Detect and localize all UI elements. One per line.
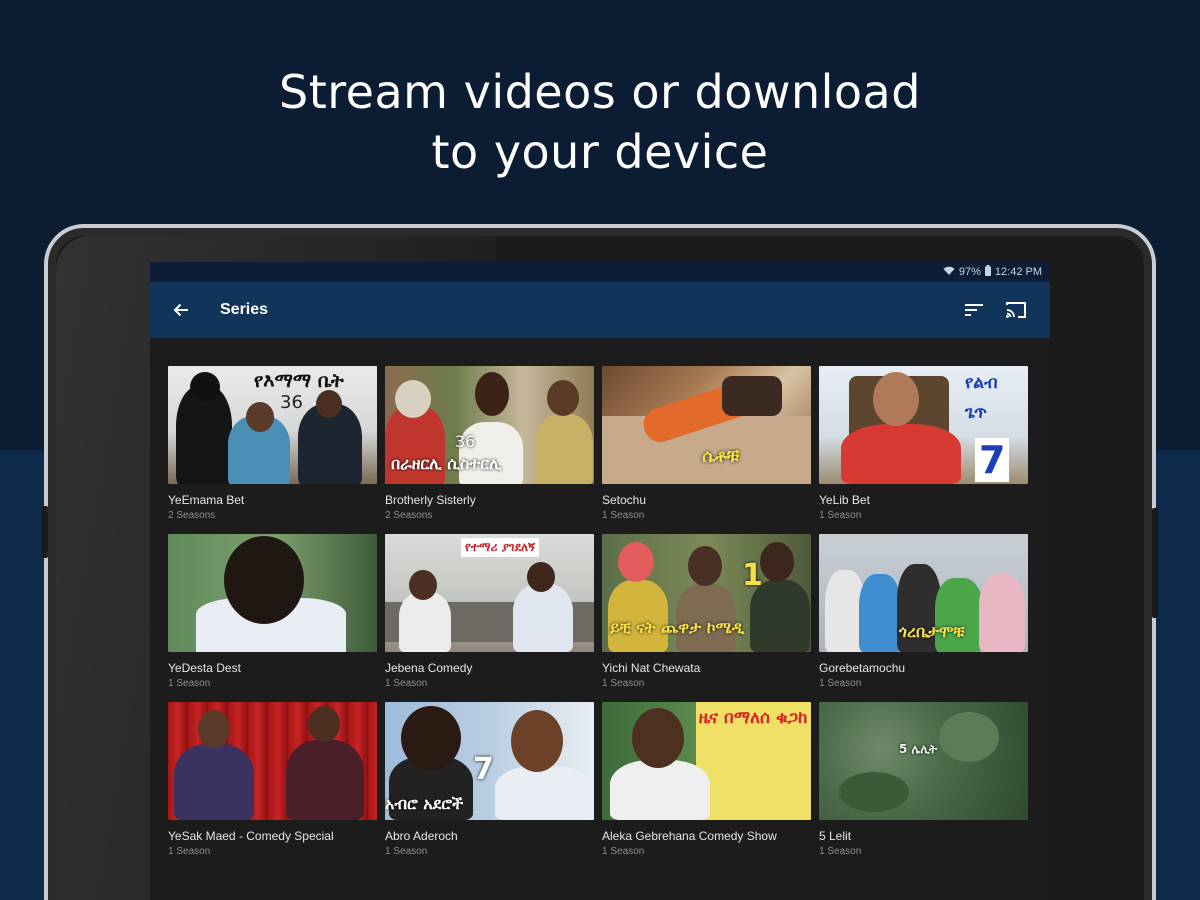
thumbnail-caption: የልብ ጌጥ xyxy=(965,373,998,423)
series-card[interactable]: YeDesta Dest 1 Season xyxy=(168,534,377,702)
thumbnail-caption: በራዘርሊ ሲስተርሊ xyxy=(391,454,502,473)
series-card[interactable]: ጎረቤታሞቹ Gorebetamochu 1 Season xyxy=(819,534,1028,702)
series-title: Abro Aderoch xyxy=(385,829,458,843)
thumbnail-number: 36 xyxy=(455,432,476,451)
clock: 12:42 PM xyxy=(994,266,1042,278)
series-thumbnail: ሴቶቹ xyxy=(602,366,811,484)
series-seasons: 1 Season xyxy=(819,510,862,521)
series-card[interactable]: YeSak Maed - Comedy Special 1 Season xyxy=(168,702,377,870)
series-seasons: 1 Season xyxy=(385,678,428,689)
thumbnail-caption: ጎረቤታሞቹ xyxy=(899,622,965,641)
series-card[interactable]: የተማሪ ያገደለኝ Jebena Comedy 1 Season xyxy=(385,534,594,702)
series-seasons: 2 Seasons xyxy=(385,510,433,521)
cast-icon[interactable] xyxy=(998,292,1034,328)
thumbnail-caption: ሴቶቹ xyxy=(702,446,740,467)
thumbnail-caption: የእማማ ቤት xyxy=(254,370,344,392)
series-seasons: 1 Season xyxy=(385,846,428,857)
promo-line-2: to your device xyxy=(431,125,769,179)
series-card[interactable]: 36 በራዘርሊ ሲስተርሊ Brotherly Sisterly 2 Seas… xyxy=(385,366,594,534)
series-seasons: 1 Season xyxy=(602,678,645,689)
thumbnail-caption: የተማሪ ያገደለኝ xyxy=(461,538,540,557)
sort-icon[interactable] xyxy=(956,292,992,328)
series-seasons: 1 Season xyxy=(168,846,211,857)
status-bar: 97% 12:42 PM xyxy=(150,262,1050,282)
series-seasons: 1 Season xyxy=(602,846,645,857)
series-thumbnail: 5 ሌሊት xyxy=(819,702,1028,820)
series-thumbnail: 36 በራዘርሊ ሲስተርሊ xyxy=(385,366,594,484)
page-title: Series xyxy=(220,301,269,318)
series-seasons: 1 Season xyxy=(819,678,862,689)
app-bar: Series xyxy=(150,282,1050,338)
series-title: YeEmama Bet xyxy=(168,493,245,507)
series-thumbnail xyxy=(168,534,377,652)
thumbnail-caption: አብሮ አደሮች xyxy=(385,794,464,813)
series-grid: የእማማ ቤት 36 YeEmama Bet 2 Seasons 36 በራዘር… xyxy=(168,366,1034,870)
series-seasons: 1 Season xyxy=(602,510,645,521)
battery-level: 97% xyxy=(958,266,981,278)
series-title: YeSak Maed - Comedy Special xyxy=(168,829,334,843)
series-title: Jebena Comedy xyxy=(385,661,473,675)
series-title: 5 Lelit xyxy=(819,829,852,843)
thumbnail-caption: ዜና በማለሰ ቁጋከ xyxy=(698,708,808,728)
thumbnail-caption: 5 ሌሊት xyxy=(899,742,938,756)
tablet-screen: 97% 12:42 PM Series የእማማ ቤት 36 YeEmama B… xyxy=(150,262,1050,900)
thumbnail-number: 7 xyxy=(975,438,1010,482)
series-thumbnail xyxy=(168,702,377,820)
thumbnail-number: 36 xyxy=(280,392,303,413)
series-thumbnail: ጎረቤታሞቹ xyxy=(819,534,1028,652)
series-seasons: 1 Season xyxy=(819,846,862,857)
series-thumbnail: የተማሪ ያገደለኝ xyxy=(385,534,594,652)
series-thumbnail: 1 ይቺ ናት ጨዋታ ኮሜዲ xyxy=(602,534,811,652)
tablet-side-button xyxy=(42,506,48,558)
wifi-icon xyxy=(943,266,955,279)
thumbnail-number: 7 xyxy=(473,752,494,787)
thumbnail-number: 1 xyxy=(742,558,763,593)
series-card[interactable]: 7 አብሮ አደሮች Abro Aderoch 1 Season xyxy=(385,702,594,870)
back-arrow-icon[interactable] xyxy=(166,295,196,325)
series-thumbnail: የእማማ ቤት 36 xyxy=(168,366,377,484)
series-thumbnail: የልብ ጌጥ 7 xyxy=(819,366,1028,484)
tablet-side-button xyxy=(1152,508,1158,618)
series-card[interactable]: የእማማ ቤት 36 YeEmama Bet 2 Seasons xyxy=(168,366,377,534)
series-title: Yichi Nat Chewata xyxy=(602,661,701,675)
promo-headline: Stream videos or download to your device xyxy=(0,62,1200,182)
thumbnail-caption: ይቺ ናት ጨዋታ ኮሜዲ xyxy=(610,618,745,637)
series-card[interactable]: ዜና በማለሰ ቁጋከ Aleka Gebrehana Comedy Show … xyxy=(602,702,811,870)
series-thumbnail: ዜና በማለሰ ቁጋከ xyxy=(602,702,811,820)
series-seasons: 2 Seasons xyxy=(168,510,216,521)
series-card[interactable]: 1 ይቺ ናት ጨዋታ ኮሜዲ Yichi Nat Chewata 1 Seas… xyxy=(602,534,811,702)
series-title: Setochu xyxy=(602,493,647,507)
series-card[interactable]: 5 ሌሊት 5 Lelit 1 Season xyxy=(819,702,1028,870)
series-card[interactable]: የልብ ጌጥ 7 YeLib Bet 1 Season xyxy=(819,366,1028,534)
series-thumbnail: 7 አብሮ አደሮች xyxy=(385,702,594,820)
series-title: Aleka Gebrehana Comedy Show xyxy=(602,829,777,843)
series-card[interactable]: ሴቶቹ Setochu 1 Season xyxy=(602,366,811,534)
series-title: YeDesta Dest xyxy=(168,661,241,675)
series-title: Gorebetamochu xyxy=(819,661,906,675)
series-seasons: 1 Season xyxy=(168,678,211,689)
promo-line-1: Stream videos or download xyxy=(279,65,921,119)
battery-icon xyxy=(984,265,991,279)
series-title: YeLib Bet xyxy=(819,493,870,507)
series-title: Brotherly Sisterly xyxy=(385,493,476,507)
